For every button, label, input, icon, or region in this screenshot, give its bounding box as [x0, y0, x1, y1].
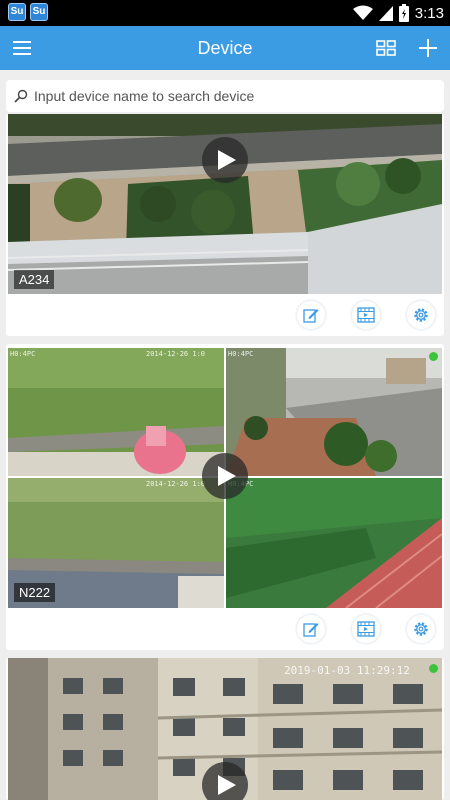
settings-button[interactable]	[406, 300, 436, 330]
settings-icon	[414, 622, 428, 636]
app-header: Device	[0, 26, 450, 70]
app-notification-icon: Su	[8, 3, 26, 21]
online-status-dot	[429, 352, 438, 361]
status-bar: Su Su 3:13	[0, 0, 450, 26]
device-name: N222	[14, 583, 56, 602]
play-button[interactable]	[202, 762, 248, 800]
playback-icon	[357, 621, 375, 637]
camera-timestamp: 2019-01-03 11:29:12	[284, 664, 410, 677]
battery-icon	[398, 4, 409, 22]
app-notification-icon-2: Su	[30, 3, 48, 21]
edit-button[interactable]	[296, 614, 326, 644]
edit-button[interactable]	[296, 300, 326, 330]
grid-layout-icon[interactable]	[372, 34, 400, 62]
search-input[interactable]	[34, 88, 414, 104]
channel-label: H0:4PC	[228, 350, 254, 358]
edit-icon	[303, 309, 319, 323]
signal-icon	[378, 6, 393, 21]
device-actions	[296, 614, 436, 646]
wifi-icon	[352, 5, 373, 20]
camera-feed[interactable]: 2019-01-03 11:29:12	[8, 658, 442, 800]
playback-button[interactable]	[351, 614, 381, 644]
playback-button[interactable]	[351, 300, 381, 330]
camera-feed[interactable]: H0:4PC 2014-12-26 1:0 H0:4PC 2014-12-26 …	[8, 344, 442, 608]
play-icon	[218, 466, 236, 486]
device-card: 2019-01-03 11:29:12	[6, 658, 444, 800]
play-icon	[218, 775, 236, 795]
plus-icon	[419, 39, 437, 57]
online-status-dot	[429, 664, 438, 673]
device-actions	[296, 300, 436, 332]
settings-icon	[414, 308, 428, 322]
play-button[interactable]	[202, 137, 248, 183]
camera-channel-4: H0:4PC	[226, 478, 442, 608]
camera-channel-2: H0:4PC	[226, 348, 442, 476]
playback-icon	[357, 307, 375, 323]
add-device-button[interactable]	[414, 34, 442, 62]
search-bar	[6, 80, 444, 112]
play-icon	[218, 150, 236, 170]
channel-timestamp: 2014-12-26 1:0	[146, 350, 206, 358]
channel-timestamp: 2014-12-26 1:0	[146, 480, 206, 488]
device-name: A234	[14, 270, 55, 289]
device-card: H0:4PC 2014-12-26 1:0 H0:4PC 2014-12-26 …	[6, 344, 444, 650]
clock: 3:13	[414, 4, 444, 22]
device-card: A234	[6, 114, 444, 336]
search-icon	[14, 89, 28, 103]
edit-icon	[303, 623, 319, 637]
play-button[interactable]	[202, 453, 248, 499]
camera-feed[interactable]: A234	[8, 114, 442, 294]
channel-label: H0:4PC	[10, 350, 36, 358]
settings-button[interactable]	[406, 614, 436, 644]
camera-channel-1: H0:4PC 2014-12-26 1:0	[8, 348, 224, 476]
